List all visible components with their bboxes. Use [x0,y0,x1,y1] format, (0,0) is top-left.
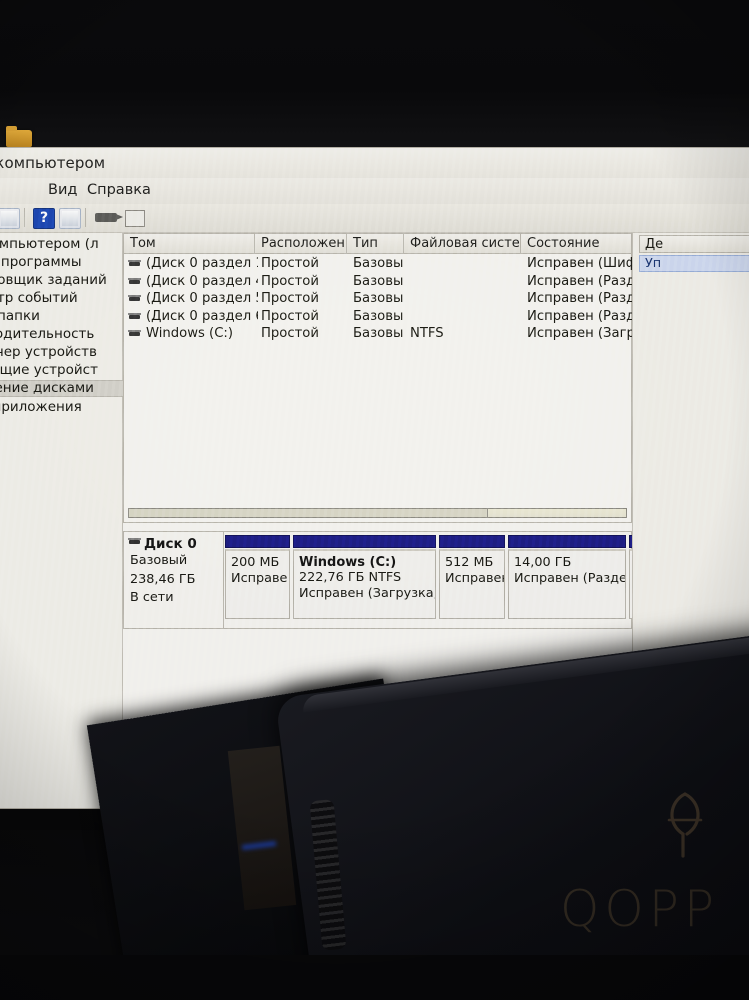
volume-icon [128,312,141,319]
cell-volume: (Диск 0 раздел 5) [146,291,258,306]
cell-file-system [404,290,521,308]
volume-list-rows: (Диск 0 раздел 1) Простой Базовый Исправ… [124,253,749,522]
toolbar-separator-2 [85,208,86,227]
partition-status: Исправен (Раздел [514,571,626,586]
tree-node-shared-folders[interactable]: Общие папки [0,308,126,325]
cell-layout: Простой [261,326,319,341]
cell-type: Базовый [353,256,404,271]
desktop-background [0,0,749,150]
title-bar: ение компьютером [0,148,749,178]
partition-color-bar [508,535,626,548]
cell-file-system [404,308,521,326]
table-row[interactable]: Windows (C:) Простой Базовый NTFS Исправ… [124,325,749,343]
tree-node-device-manager[interactable]: Диспетчер устройств [0,344,126,361]
partition-strip: 200 МБ Исправе Windows (C:) 222,76 ГБ NT… [225,532,717,628]
cell-type: Базовый [353,273,404,289]
column-header-type[interactable]: Тип [347,234,404,253]
cell-volume: (Диск 0 раздел 6) [146,308,258,324]
partition-windows-c[interactable]: Windows (C:) 222,76 ГБ NTFS Исправен (За… [293,535,436,619]
menu-item-view[interactable]: Вид [48,182,77,198]
partition-size: 200 МБ [231,555,280,570]
tree-node-event-viewer[interactable]: Просмотр событий [0,290,126,307]
partition-color-bar [225,535,290,548]
column-header-volume[interactable]: Том [124,234,255,253]
partition-body: Windows (C:) 222,76 ГБ NTFS Исправен (За… [293,549,436,619]
disk-type: Базовый [130,553,188,568]
cell-type: Базовый [353,291,404,306]
window-title: ение компьютером [0,154,106,172]
toolbar-separator-1 [24,208,25,227]
pin-icon[interactable] [95,213,123,222]
volume-icon [128,260,141,266]
partition-efi[interactable]: 200 МБ Исправе [225,535,290,619]
volume-list-horizontal-scrollbar[interactable] [128,508,627,518]
tree-node-performance[interactable]: Производительность [0,326,126,343]
tree-node-task-scheduler[interactable]: Планировщик заданий [0,272,126,289]
graphical-disk-view: Диск 0 Базовый 238,46 ГБ В сети 200 МБ И… [123,531,717,629]
tool-bar: ? [0,204,749,233]
cell-layout: Простой [261,291,319,306]
partition-color-bar [293,535,436,548]
cell-volume: Windows (C:) [146,326,233,341]
partition-size: 222,76 ГБ NTFS [299,570,402,585]
cell-layout: Простой [261,273,319,289]
menu-bar: йствие Вид Справка [0,178,749,204]
show-hide-console-tree-button[interactable] [59,208,81,229]
actions-pane-title: Де [639,235,749,253]
volume-list-header: Том Расположение Тип Файловая система Со… [124,234,631,254]
cell-layout: Простой [261,256,319,271]
cell-volume: (Диск 0 раздел 1) [146,256,258,271]
partition-size: 14,00 ГБ [514,555,572,570]
disk-state: В сети [130,590,174,605]
tree-node-disk-management[interactable]: Управление дисками [0,380,126,397]
table-row[interactable]: (Диск 0 раздел 4) Простой Базовый Исправ… [124,273,749,291]
actions-pane-selected-item[interactable]: Уп [639,255,749,272]
partition-color-bar [439,535,505,548]
scrollbar-thumb[interactable] [129,509,488,517]
volume-list: Том Расположение Тип Файловая система Со… [123,233,749,523]
tree-node-services-and-applications[interactable]: жбы и приложения [0,399,126,416]
tree-node-computer-management[interactable]: ение компьютером (л [0,236,126,253]
tree-node-system-tools[interactable]: кебные программы [0,254,126,271]
cell-type: Базовый [353,308,404,324]
partition-recovery-1[interactable]: 512 МБ Исправен і [439,535,505,619]
partition-status: Исправен і [445,571,505,586]
back-button[interactable] [0,208,20,229]
qopp-logo [667,792,703,858]
tree-node-storage[interactable]: оминающие устройст [0,362,126,379]
partition-status: Исправен (Загрузка, Фаі [299,586,436,601]
disk-name: Диск 0 [144,536,197,552]
cell-file-system [404,273,521,291]
photo-bottom-edge [0,955,749,1000]
cell-volume: (Диск 0 раздел 4) [146,273,258,289]
partition-body: 512 МБ Исправен і [439,549,505,619]
partition-status: Исправе [231,571,288,586]
table-row[interactable]: (Диск 0 раздел 6) Простой Базовый Исправ… [124,308,749,326]
cell-type: Базовый [353,326,404,341]
help-button[interactable]: ? [33,208,55,229]
cell-layout: Простой [261,308,319,324]
column-header-layout[interactable]: Расположение [255,234,347,253]
partition-body: 200 МБ Исправе [225,549,290,619]
partition-body: 14,00 ГБ Исправен (Раздел [508,549,626,619]
partition-recovery-2[interactable]: 14,00 ГБ Исправен (Раздел [508,535,626,619]
column-header-file-system[interactable]: Файловая система [404,234,521,253]
partition-title: Windows (C:) [299,555,397,570]
disk-info-panel[interactable]: Диск 0 Базовый 238,46 ГБ В сети [124,532,224,628]
table-row[interactable]: (Диск 0 раздел 1) Простой Базовый Исправ… [124,255,749,273]
brand-text: QOPP [560,880,720,938]
table-row[interactable]: (Диск 0 раздел 5) Простой Базовый Исправ… [124,290,749,308]
disk-icon [128,538,141,544]
volume-icon [128,330,141,336]
menu-item-help[interactable]: Справка [87,182,151,198]
folder-icon[interactable] [6,126,32,147]
cell-file-system [404,255,521,273]
volume-icon [128,295,141,301]
volume-icon [128,277,141,284]
partition-size: 512 МБ [445,555,494,570]
properties-button[interactable] [125,210,145,227]
photographed-screen-scene: ение компьютером йствие Вид Справка ? ен… [0,0,749,1000]
disk-size: 238,46 ГБ [130,571,196,587]
cell-file-system: NTFS [410,326,444,341]
